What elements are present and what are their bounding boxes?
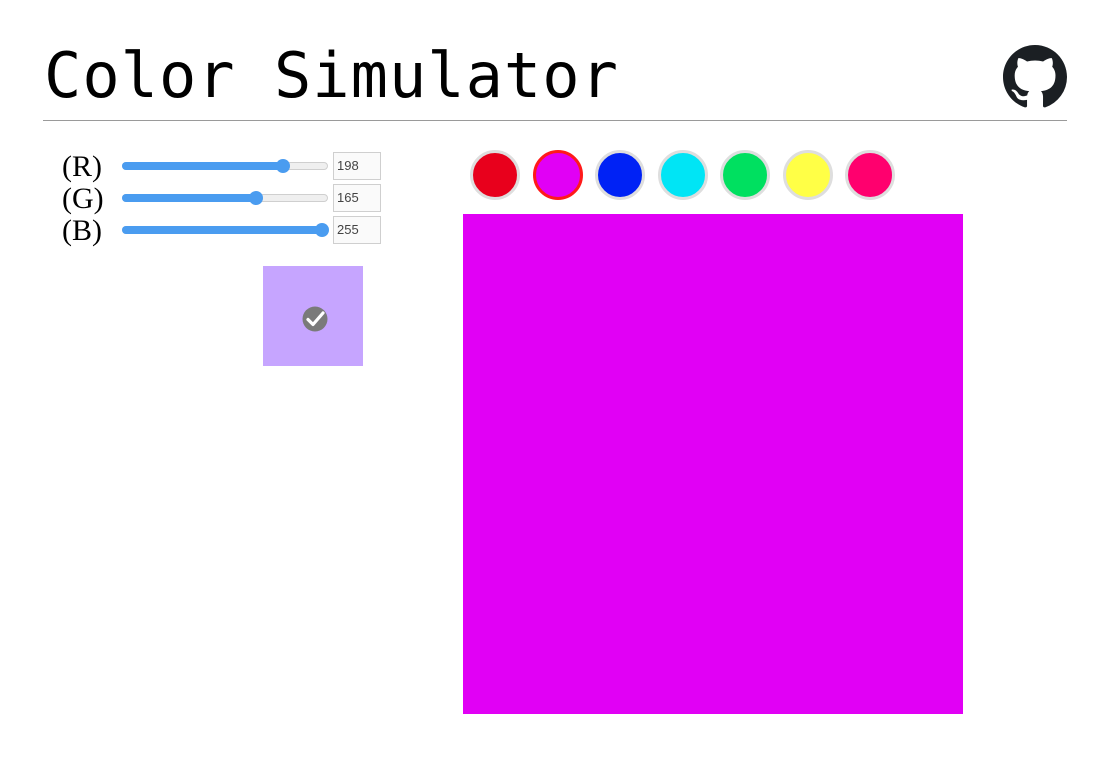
color-swatch-7[interactable] xyxy=(845,150,895,200)
blue-label: (B) xyxy=(62,214,102,247)
red-slider-fill xyxy=(122,162,282,170)
green-value-input[interactable]: 165 xyxy=(333,184,381,212)
color-swatch-6[interactable] xyxy=(782,150,833,200)
color-swatch-3[interactable] xyxy=(595,150,645,200)
blue-slider-fill xyxy=(122,226,328,234)
github-icon[interactable] xyxy=(1003,45,1067,109)
color-swatch-2[interactable] xyxy=(532,150,583,200)
red-slider-row: (R) 198 xyxy=(62,152,392,182)
blue-value-input[interactable]: 255 xyxy=(333,216,381,244)
color-swatch-5[interactable] xyxy=(720,150,770,200)
swatch-palette xyxy=(470,150,908,206)
blue-slider-row: (B) 255 xyxy=(62,216,392,246)
green-slider-row: (G) 165 xyxy=(62,184,392,214)
color-swatch-4[interactable] xyxy=(657,150,708,200)
check-circle-icon xyxy=(302,306,328,332)
green-slider-fill xyxy=(122,194,256,202)
red-label: (R) xyxy=(62,150,102,183)
red-value-input[interactable]: 198 xyxy=(333,152,381,180)
blue-slider-thumb[interactable] xyxy=(315,223,329,237)
red-slider-thumb[interactable] xyxy=(275,159,290,173)
green-label: (G) xyxy=(62,182,104,215)
blue-slider[interactable] xyxy=(122,223,329,237)
header-divider xyxy=(43,120,1067,121)
page-title: Color Simulator xyxy=(44,39,619,112)
green-slider-thumb[interactable] xyxy=(249,191,264,205)
green-slider[interactable] xyxy=(122,191,328,205)
color-canvas xyxy=(463,214,963,714)
color-swatch-1[interactable] xyxy=(470,150,520,200)
color-preview[interactable] xyxy=(263,266,363,366)
red-slider[interactable] xyxy=(122,159,328,173)
